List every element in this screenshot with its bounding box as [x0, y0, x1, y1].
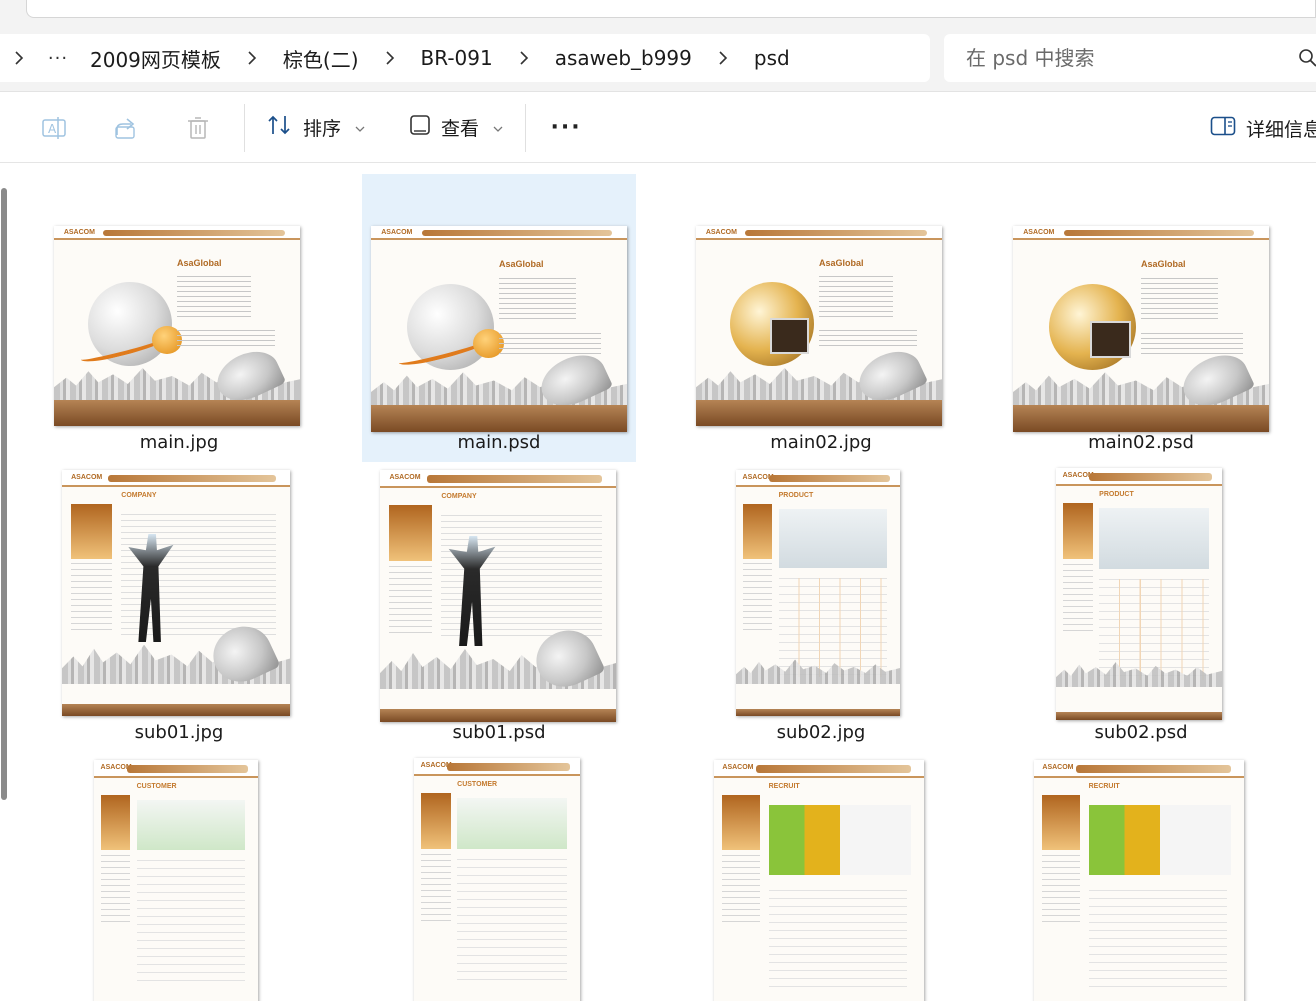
- sort-label: 排序: [303, 118, 342, 140]
- file-thumbnail: ASACOM RECRUIT: [714, 760, 924, 1001]
- scrollbar-thumb[interactable]: [1, 188, 7, 800]
- file-item[interactable]: ASACOM COMPANY sub01.psd: [362, 464, 636, 752]
- thumbnail-logo-text: ASACOM: [389, 473, 421, 481]
- breadcrumb-item[interactable]: 2009网页模板: [78, 44, 233, 73]
- thumbnail-title-text: AsaGlobal: [177, 258, 222, 268]
- chevron-right-icon[interactable]: [0, 51, 38, 65]
- address-row: ··· 2009网页模板 棕色(二) BR-091 asaweb_b999 ps…: [0, 28, 1316, 92]
- breadcrumb[interactable]: ··· 2009网页模板 棕色(二) BR-091 asaweb_b999 ps…: [0, 34, 930, 82]
- file-name: main.jpg: [139, 432, 219, 453]
- thumbnail-title-text: COMPANY: [441, 492, 477, 500]
- file-item[interactable]: ASACOM COMPANY sub01.jpg: [42, 464, 316, 752]
- thumbnail-title-text: PRODUCT: [778, 492, 814, 500]
- file-name: main02.psd: [1088, 432, 1194, 453]
- breadcrumb-item[interactable]: asaweb_b999: [543, 46, 704, 70]
- file-item-selected[interactable]: ASACOM AsaGlobal main.psd: [362, 174, 636, 462]
- delete-icon[interactable]: [162, 106, 234, 150]
- chevron-down-icon: [493, 121, 503, 135]
- chevron-right-icon[interactable]: [505, 51, 543, 65]
- file-thumbnail: ASACOM CUSTOMER: [414, 758, 580, 1001]
- tab-strip: [0, 0, 1316, 28]
- details-pane-icon: [1210, 116, 1236, 141]
- file-thumbnail: ASACOM COMPANY: [62, 470, 290, 716]
- view-button[interactable]: 查看: [397, 106, 515, 150]
- more-options-icon[interactable]: ···: [536, 115, 596, 140]
- file-name: sub02.jpg: [776, 722, 866, 743]
- thumbnail-title-text: RECRUIT: [768, 782, 800, 790]
- file-thumbnail: ASACOM PRODUCT: [1056, 468, 1222, 720]
- file-item[interactable]: ASACOM RECRUIT: [684, 754, 958, 1001]
- thumbnail-title-text: AsaGlobal: [499, 258, 544, 269]
- thumbnail-title-text: COMPANY: [121, 492, 157, 500]
- thumbnail-title-text: CUSTOMER: [457, 780, 498, 788]
- file-name: sub01.jpg: [134, 722, 224, 743]
- file-list-view[interactable]: ASACOM AsaGlobal main.jpg ASACOM AsaGlob…: [0, 164, 1316, 1001]
- breadcrumb-item[interactable]: BR-091: [409, 46, 505, 70]
- thumbnail-logo-text: ASACOM: [381, 229, 413, 237]
- file-thumbnail: ASACOM COMPANY: [380, 470, 616, 722]
- file-item[interactable]: ASACOM AsaGlobal main02.jpg: [684, 174, 958, 462]
- sort-button[interactable]: 排序: [255, 106, 377, 150]
- svg-text:A: A: [48, 122, 57, 136]
- file-name: sub01.psd: [452, 722, 546, 743]
- sort-icon: [267, 114, 293, 141]
- file-thumbnail: ASACOM AsaGlobal: [1013, 226, 1269, 432]
- file-thumbnail: ASACOM AsaGlobal: [696, 226, 942, 426]
- search-input[interactable]: [944, 46, 1284, 70]
- breadcrumb-item[interactable]: psd: [742, 46, 802, 70]
- chevron-right-icon[interactable]: [233, 51, 271, 65]
- more-crumbs-icon[interactable]: ···: [38, 48, 78, 69]
- file-thumbnail: ASACOM CUSTOMER: [94, 760, 258, 1001]
- file-item[interactable]: ASACOM PRODUCT sub02.jpg: [684, 464, 958, 752]
- thumbnail-logo-text: ASACOM: [63, 229, 95, 236]
- file-thumbnail: ASACOM AsaGlobal: [54, 226, 300, 426]
- file-item[interactable]: ASACOM CUSTOMER: [42, 754, 316, 1001]
- chevron-right-icon[interactable]: [704, 51, 742, 65]
- file-thumbnail: ASACOM AsaGlobal: [371, 226, 627, 432]
- rename-icon[interactable]: A: [18, 106, 90, 150]
- file-name: main.psd: [457, 432, 541, 453]
- thumbnail-title-text: CUSTOMER: [136, 782, 177, 790]
- chevron-down-icon: [355, 121, 365, 135]
- toolbar-divider: [244, 103, 245, 152]
- thumbnail-title-text: AsaGlobal: [1141, 258, 1186, 269]
- toolbar-divider: [525, 103, 527, 152]
- command-bar: A 排序 查看 ··· 详细信息: [0, 93, 1316, 163]
- file-item[interactable]: ASACOM CUSTOMER: [362, 754, 636, 1001]
- file-name: sub02.psd: [1094, 722, 1188, 743]
- breadcrumb-item[interactable]: 棕色(二): [271, 44, 371, 73]
- thumbnail-title-text: RECRUIT: [1088, 782, 1120, 790]
- file-thumbnail: ASACOM PRODUCT: [736, 470, 900, 716]
- file-item[interactable]: ASACOM AsaGlobal main02.psd: [1004, 174, 1278, 462]
- details-label: 详细信息: [1246, 118, 1316, 141]
- chevron-right-icon[interactable]: [371, 51, 409, 65]
- search-box[interactable]: [944, 34, 1316, 82]
- thumbnail-logo-text: ASACOM: [1042, 763, 1074, 771]
- thumbnail-logo-text: ASACOM: [722, 763, 754, 771]
- file-name: main02.jpg: [770, 432, 872, 453]
- file-item[interactable]: ASACOM AsaGlobal main.jpg: [42, 174, 316, 462]
- tab-edge: [26, 0, 1316, 18]
- thumbnail-logo-text: ASACOM: [1023, 229, 1055, 237]
- file-item[interactable]: ASACOM RECRUIT: [1004, 754, 1278, 1001]
- thumbnail-title-text: PRODUCT: [1099, 490, 1134, 498]
- vertical-scrollbar[interactable]: [0, 164, 8, 1001]
- thumbnail-logo-text: ASACOM: [71, 473, 103, 481]
- details-pane-button[interactable]: 详细信息: [1210, 106, 1316, 150]
- search-icon[interactable]: [1298, 48, 1316, 72]
- file-thumbnail: ASACOM RECRUIT: [1034, 760, 1244, 1001]
- thumbnail-logo-text: ASACOM: [705, 229, 737, 236]
- file-item[interactable]: ASACOM PRODUCT sub02.psd: [1004, 464, 1278, 752]
- thumbnail-title-text: AsaGlobal: [819, 258, 864, 268]
- share-icon[interactable]: [90, 106, 162, 150]
- view-label: 查看: [441, 118, 480, 140]
- view-icon: [409, 114, 431, 141]
